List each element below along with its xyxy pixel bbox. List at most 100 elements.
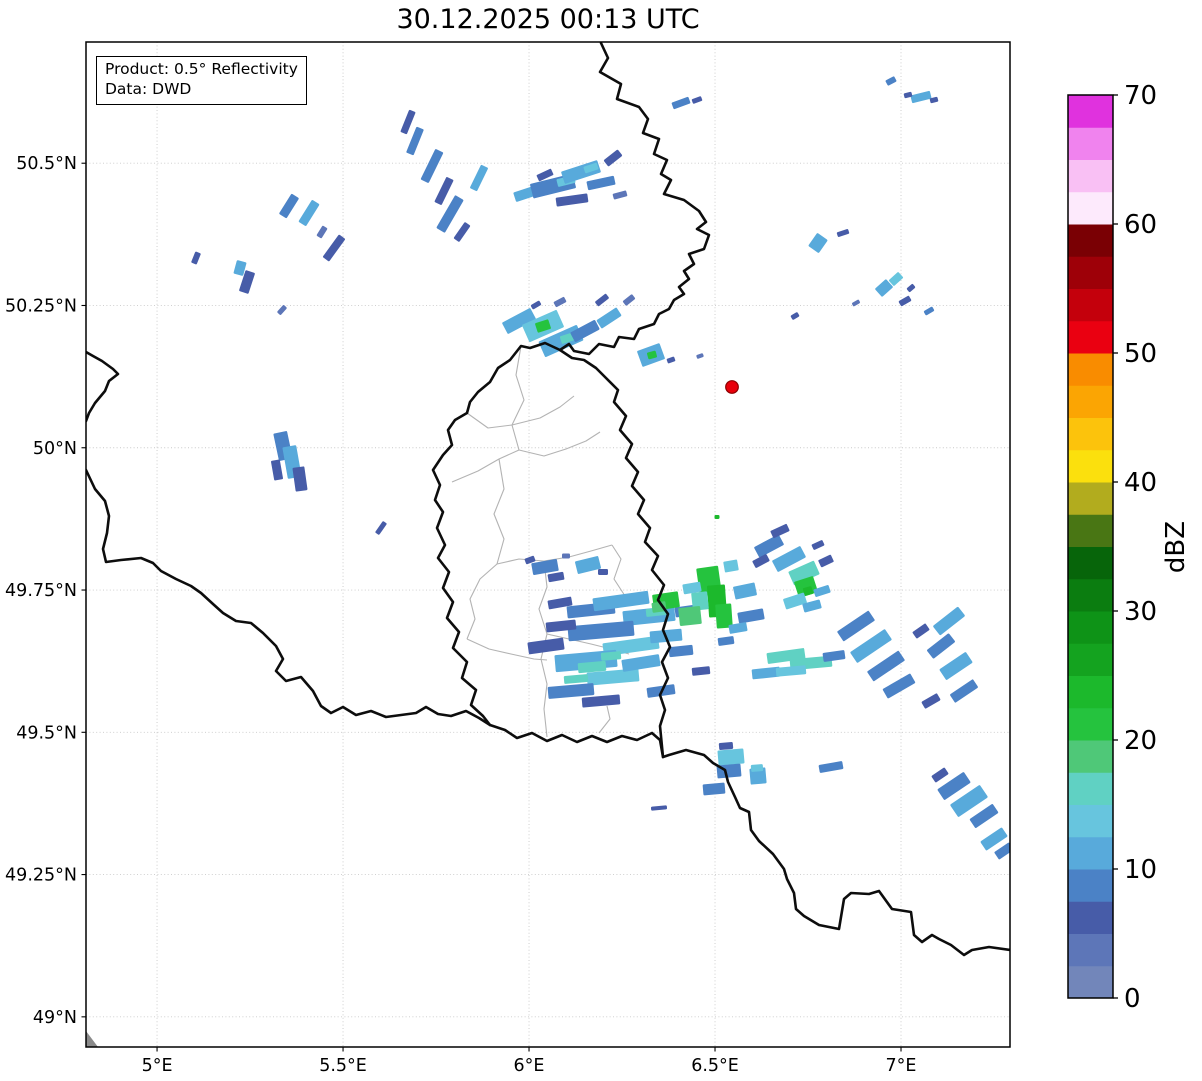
colorbar-tick-label: 60 [1124,210,1157,240]
colorbar-tick-label: 10 [1124,855,1157,885]
radar-echo-cell [808,233,828,253]
colorbar-tick-label: 30 [1124,597,1157,627]
radar-echo-cell [547,683,595,699]
radar-echo-cell [969,804,999,828]
radar-echo-cell [531,559,559,575]
radar-echo-cell [530,300,542,310]
colorbar-segment [1068,772,1113,805]
radar-site-marker [725,380,739,394]
radar-figure: { "title": "30.12.2025 00:13 UTC", "anno… [0,0,1202,1081]
radar-echo-cell [733,582,757,600]
radar-echo-cell [562,553,570,559]
radar-echo-cell [298,200,320,226]
radar-echo-cell [770,523,790,539]
radar-echoes [191,76,1010,860]
colorbar-segment [1068,578,1113,612]
radar-echo-cell [592,590,650,612]
radar-echo-cell [316,225,328,239]
page-title: 30.12.2025 00:13 UTC [396,4,700,35]
radar-echo-cell [668,644,694,658]
radar-echo-cell [555,193,589,207]
radar-echo-cell [567,620,635,642]
y-tick-label: 49.75°N [5,581,77,601]
axis-ticks [81,162,902,1052]
radar-echo-cell [718,742,734,750]
colorbar-segment [1068,482,1113,515]
colorbar-segment [1068,643,1113,676]
radar-echo-cell [723,559,739,573]
radar-echo-cell [191,251,201,265]
radar-echo-cell [882,673,916,699]
radar-echo-cell [898,295,912,307]
radar-echo-cell [702,782,726,796]
colorbar-segment [1068,514,1113,547]
radar-echo-cell [885,76,897,86]
x-tick-label: 5°E [142,1056,173,1076]
colorbar-segment [1068,546,1113,580]
x-tick-label: 6.5°E [691,1056,739,1076]
radar-echo-cell [453,222,471,242]
colorbar-segment [1068,675,1113,709]
y-tick-label: 50°N [33,439,77,459]
radar-echo-cell [400,109,416,135]
radar-echo-cell [931,767,949,783]
colorbar-segment [1068,159,1113,193]
radar-echo-cell [691,666,711,676]
colorbar-segment [1068,353,1113,386]
map-plot: 5°E 5.5°E 6°E 6.5°E 7°E 50.5°N 50.25°N 50°N 49.7… [5,41,1157,1076]
colorbar-segment [1068,95,1113,128]
colorbar-segment [1068,449,1113,483]
product-annotation-box: Product: 0.5° Reflectivity Data: DWD [96,56,307,105]
radar-echo-cell [621,654,661,672]
colorbar-tick-label: 0 [1124,984,1141,1014]
radar-echo-cell [586,175,616,191]
radar-echo-cell [715,603,733,629]
colorbar-segment [1068,256,1113,289]
radar-echo-cell [575,556,601,574]
colorbar-tick-label: 50 [1124,339,1157,369]
colorbar-segment [1068,965,1113,999]
data-source-line: Data: DWD [105,80,192,99]
colorbar-segment [1068,836,1113,870]
radar-echo-cell [717,748,745,766]
radar-echo-cell [650,805,668,811]
radar-echo-cell [277,305,287,315]
radar-echo-cell [950,679,978,703]
x-tick-label: 7°E [886,1056,917,1076]
colorbar-segment [1068,740,1113,773]
radar-echo-cell [818,554,834,568]
radar-echo-cell [671,96,691,110]
radar-echo-cell [811,540,825,550]
colorbar: 0 10 20 30 40 50 60 70 [1067,81,1157,1014]
radar-echo-cell [292,466,308,492]
radar-echo-cell [547,571,565,583]
radar-echo-cell [933,606,965,636]
radar-echo-cell [921,693,941,709]
radar-echo-cell [867,650,905,682]
radar-echo-cell [666,356,676,364]
colorbar-segment [1068,320,1113,354]
radar-echo-cell [553,296,567,308]
radar-echo-cell [595,293,609,307]
colorbar-tick-label: 40 [1124,468,1157,498]
radar-echo-cell [406,126,424,156]
colorbar-segment [1068,933,1113,967]
colorbar-segment [1068,385,1113,418]
colorbar-segment [1068,288,1113,322]
radar-echo-cell [927,633,955,659]
radar-echo-cell [598,569,608,575]
radar-echo-cell [691,96,703,104]
colorbar-segment [1068,707,1113,741]
radar-echo-cell [850,629,892,663]
radar-echo-cell [910,90,932,104]
radar-echo-cell [714,515,720,519]
x-tick-label: 6°E [514,1056,545,1076]
radar-echo-cell [570,319,600,343]
radar-echo-cell [563,674,589,684]
radar-echo-cell [622,294,636,306]
colorbar-segment [1068,127,1113,160]
colorbar-tick-label: 20 [1124,726,1157,756]
radar-echo-cell [527,637,565,655]
radar-echo-cell [612,190,628,200]
radar-echo-cell [837,610,875,642]
